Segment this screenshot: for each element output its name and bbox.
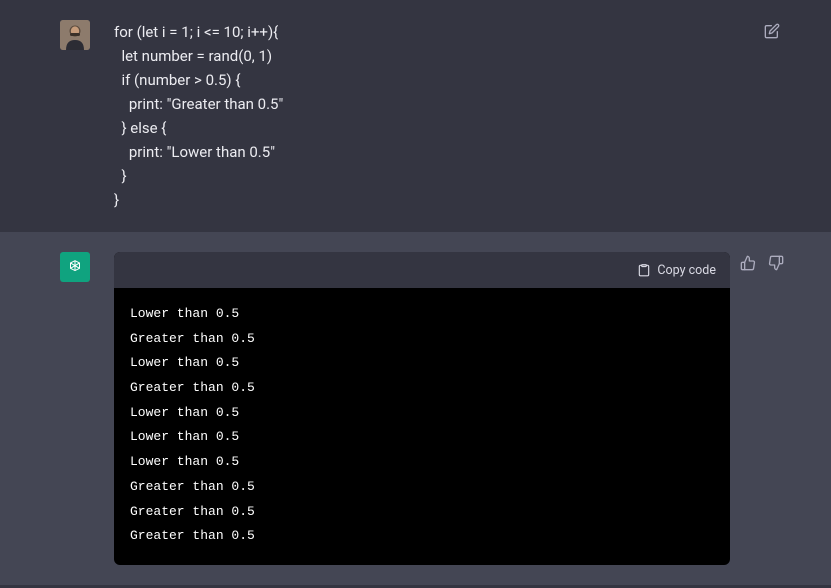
code-block: Copy code Lower than 0.5 Greater than 0.… [114,252,730,565]
openai-logo-icon [66,258,84,276]
clipboard-icon [637,263,651,277]
code-output-text: Lower than 0.5 Greater than 0.5 Lower th… [114,288,730,565]
code-block-header: Copy code [114,252,730,288]
thumbs-up-icon [740,255,756,271]
thumbs-down-button[interactable] [767,254,785,272]
assistant-feedback-actions [739,254,785,272]
assistant-message-row: Copy code Lower than 0.5 Greater than 0.… [0,232,831,585]
user-avatar-image [60,20,90,50]
copy-code-button[interactable]: Copy code [637,263,716,278]
copy-code-label: Copy code [657,263,716,278]
thumbs-down-icon [768,255,784,271]
user-code-text: for (let i = 1; i <= 10; i++){ let numbe… [114,20,791,212]
thumbs-up-button[interactable] [739,254,757,272]
edit-icon [764,23,780,39]
user-avatar [60,20,90,50]
edit-button[interactable] [763,22,781,40]
user-message-actions [763,22,781,40]
user-message-row: for (let i = 1; i <= 10; i++){ let numbe… [0,0,831,232]
assistant-avatar [60,252,90,282]
user-message-body: for (let i = 1; i <= 10; i++){ let numbe… [114,20,791,212]
assistant-message-body: Copy code Lower than 0.5 Greater than 0.… [114,252,791,565]
